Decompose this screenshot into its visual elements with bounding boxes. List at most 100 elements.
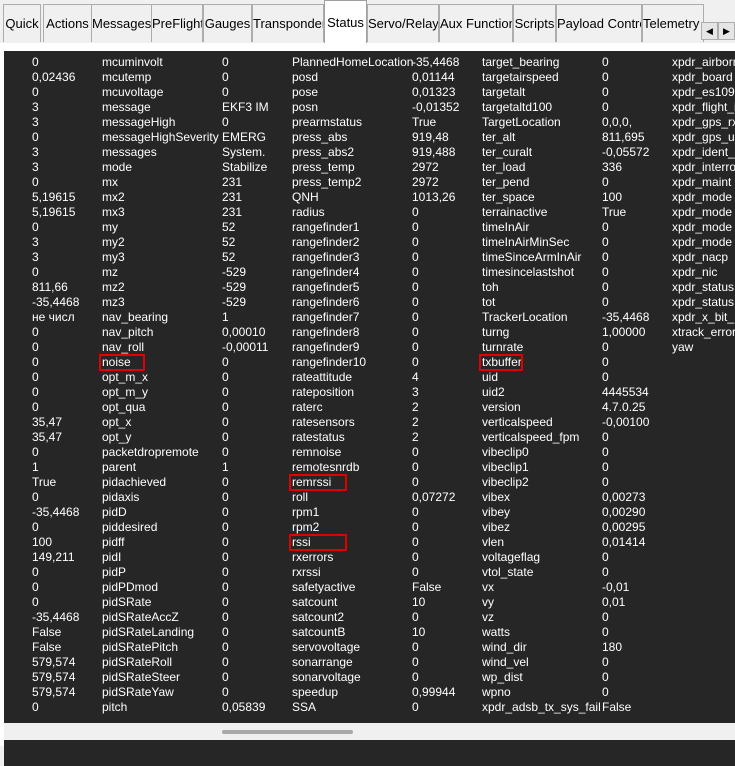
- status-field-name: tot: [482, 295, 496, 309]
- status-value: -529: [222, 280, 247, 294]
- status-field-name: my: [102, 220, 118, 234]
- status-field-name: my3: [102, 250, 125, 264]
- status-field-name: version: [482, 400, 521, 414]
- status-value: 0: [32, 175, 39, 189]
- tab-aux-function[interactable]: Aux Function: [439, 4, 513, 42]
- status-value: 0: [602, 670, 609, 684]
- status-value: 0: [32, 355, 39, 369]
- status-field-name: rangefinder8: [292, 325, 360, 339]
- tab-status[interactable]: Status: [324, 0, 367, 43]
- status-value: 0: [222, 85, 229, 99]
- status-value: 0,01414: [602, 535, 646, 549]
- status-value: 0: [602, 550, 609, 564]
- status-field-name: mz2: [102, 280, 125, 294]
- status-value: 0: [32, 445, 39, 459]
- status-value: 0: [222, 595, 229, 609]
- status-value: 0: [222, 115, 229, 129]
- status-field-name: pidaxis: [102, 490, 140, 504]
- status-field-name: vibeclip1: [482, 460, 529, 474]
- horizontal-scrollbar[interactable]: [4, 723, 735, 740]
- status-field-name: rangefinder1: [292, 220, 360, 234]
- status-field-name: opt_m_y: [102, 385, 149, 399]
- status-value: 1013,26: [412, 190, 456, 204]
- status-value: 0: [222, 355, 229, 369]
- status-value: 0: [222, 550, 229, 564]
- status-value: 10: [412, 625, 426, 639]
- status-field-name: xpdr_ident_: [672, 145, 735, 159]
- status-value: 52: [222, 220, 236, 234]
- status-value: 180: [602, 640, 623, 654]
- tab-actions[interactable]: Actions: [43, 4, 92, 42]
- status-value: 52: [222, 250, 236, 264]
- status-field-name: pose: [292, 85, 319, 99]
- status-value: 0: [602, 475, 609, 489]
- status-field-name: xpdr_flight_id: [672, 100, 735, 114]
- status-field-name: roll: [292, 490, 309, 504]
- status-field-name: ter_space: [482, 190, 535, 204]
- status-value: 0: [222, 655, 229, 669]
- status-field-name: pidSRateAccZ: [102, 610, 179, 624]
- tab-bar: Quick Actions Messages PreFlight Gauges Trans…: [0, 0, 735, 44]
- status-field-name: xpdr_nic: [672, 265, 718, 279]
- status-value: 811,66: [32, 280, 68, 294]
- status-value: 0: [412, 205, 419, 219]
- status-value: 0: [412, 310, 419, 324]
- status-value: -0,00100: [602, 415, 650, 429]
- status-value: -0,01352: [412, 100, 460, 114]
- status-value: 0,99944: [412, 685, 456, 699]
- status-field-name: PlannedHomeLocation: [292, 55, 414, 69]
- tab-scroll-right-icon[interactable]: ▶: [718, 22, 735, 40]
- tab-quick[interactable]: Quick: [3, 4, 41, 42]
- status-field-name: rangefinder7: [292, 310, 360, 324]
- status-field-name: opt_x: [102, 415, 132, 429]
- status-value: 0: [222, 685, 229, 699]
- status-value: 0: [412, 325, 419, 339]
- status-value: False: [32, 640, 62, 654]
- status-value: 0: [602, 235, 609, 249]
- status-value: 0: [222, 580, 229, 594]
- status-field-name: targetairspeed: [482, 70, 559, 84]
- tab-scripts[interactable]: Scripts: [513, 4, 556, 42]
- tab-telemetry-lo[interactable]: Telemetry Lo: [642, 4, 704, 42]
- status-field-name: pitch: [102, 700, 128, 714]
- status-value: 0: [412, 610, 419, 624]
- status-value: 0: [412, 340, 419, 354]
- status-field-name: xpdr_maint: [672, 175, 732, 189]
- status-value: 0,05839: [222, 700, 266, 714]
- status-field-name: vibey: [482, 505, 511, 519]
- status-field-name: mz3: [102, 295, 125, 309]
- status-value: 0: [412, 520, 419, 534]
- status-value: 0,02436: [32, 70, 76, 84]
- status-value: 0: [412, 295, 419, 309]
- tab-gauges[interactable]: Gauges: [203, 4, 252, 42]
- status-field-name: uid: [482, 370, 499, 384]
- status-field-name: rxrssi: [292, 565, 321, 579]
- status-field-name: satcountB: [292, 625, 346, 639]
- tab-preflight[interactable]: PreFlight: [151, 4, 203, 42]
- status-value: 3: [32, 160, 39, 174]
- tab-messages[interactable]: Messages: [91, 4, 152, 42]
- tab-transponder[interactable]: Transponder: [252, 4, 324, 42]
- tab-payload-control[interactable]: Payload Control: [556, 4, 642, 42]
- status-value: -35,4468: [32, 295, 80, 309]
- status-value: 0: [412, 355, 419, 369]
- status-value: 0: [32, 130, 39, 144]
- status-value: 0: [32, 325, 39, 339]
- status-field-name: press_abs: [292, 130, 348, 144]
- status-field-name: pidSRateSteer: [102, 670, 181, 684]
- status-field-name: speedup: [292, 685, 339, 699]
- status-value: 919,488: [412, 145, 456, 159]
- status-field-name: voltageflag: [482, 550, 541, 564]
- status-field-name: nav_roll: [102, 340, 145, 354]
- status-value: 52: [222, 235, 236, 249]
- status-field-name: pidachieved: [102, 475, 167, 489]
- tab-scroll-left-icon[interactable]: ◀: [701, 22, 718, 40]
- status-field-name: pidSRateRoll: [102, 655, 173, 669]
- status-value: 3: [32, 145, 39, 159]
- scrollbar-thumb[interactable]: [222, 730, 353, 734]
- tab-servo-relay[interactable]: Servo/Relay: [367, 4, 439, 42]
- status-value: 0: [602, 610, 609, 624]
- status-grid: 0 mcuminvolt 0,02436 mcutemp 0 mcuvoltage 3 mes…: [4, 51, 735, 766]
- status-field-name: vibez: [482, 520, 511, 534]
- status-field-name: ter_curalt: [482, 145, 533, 159]
